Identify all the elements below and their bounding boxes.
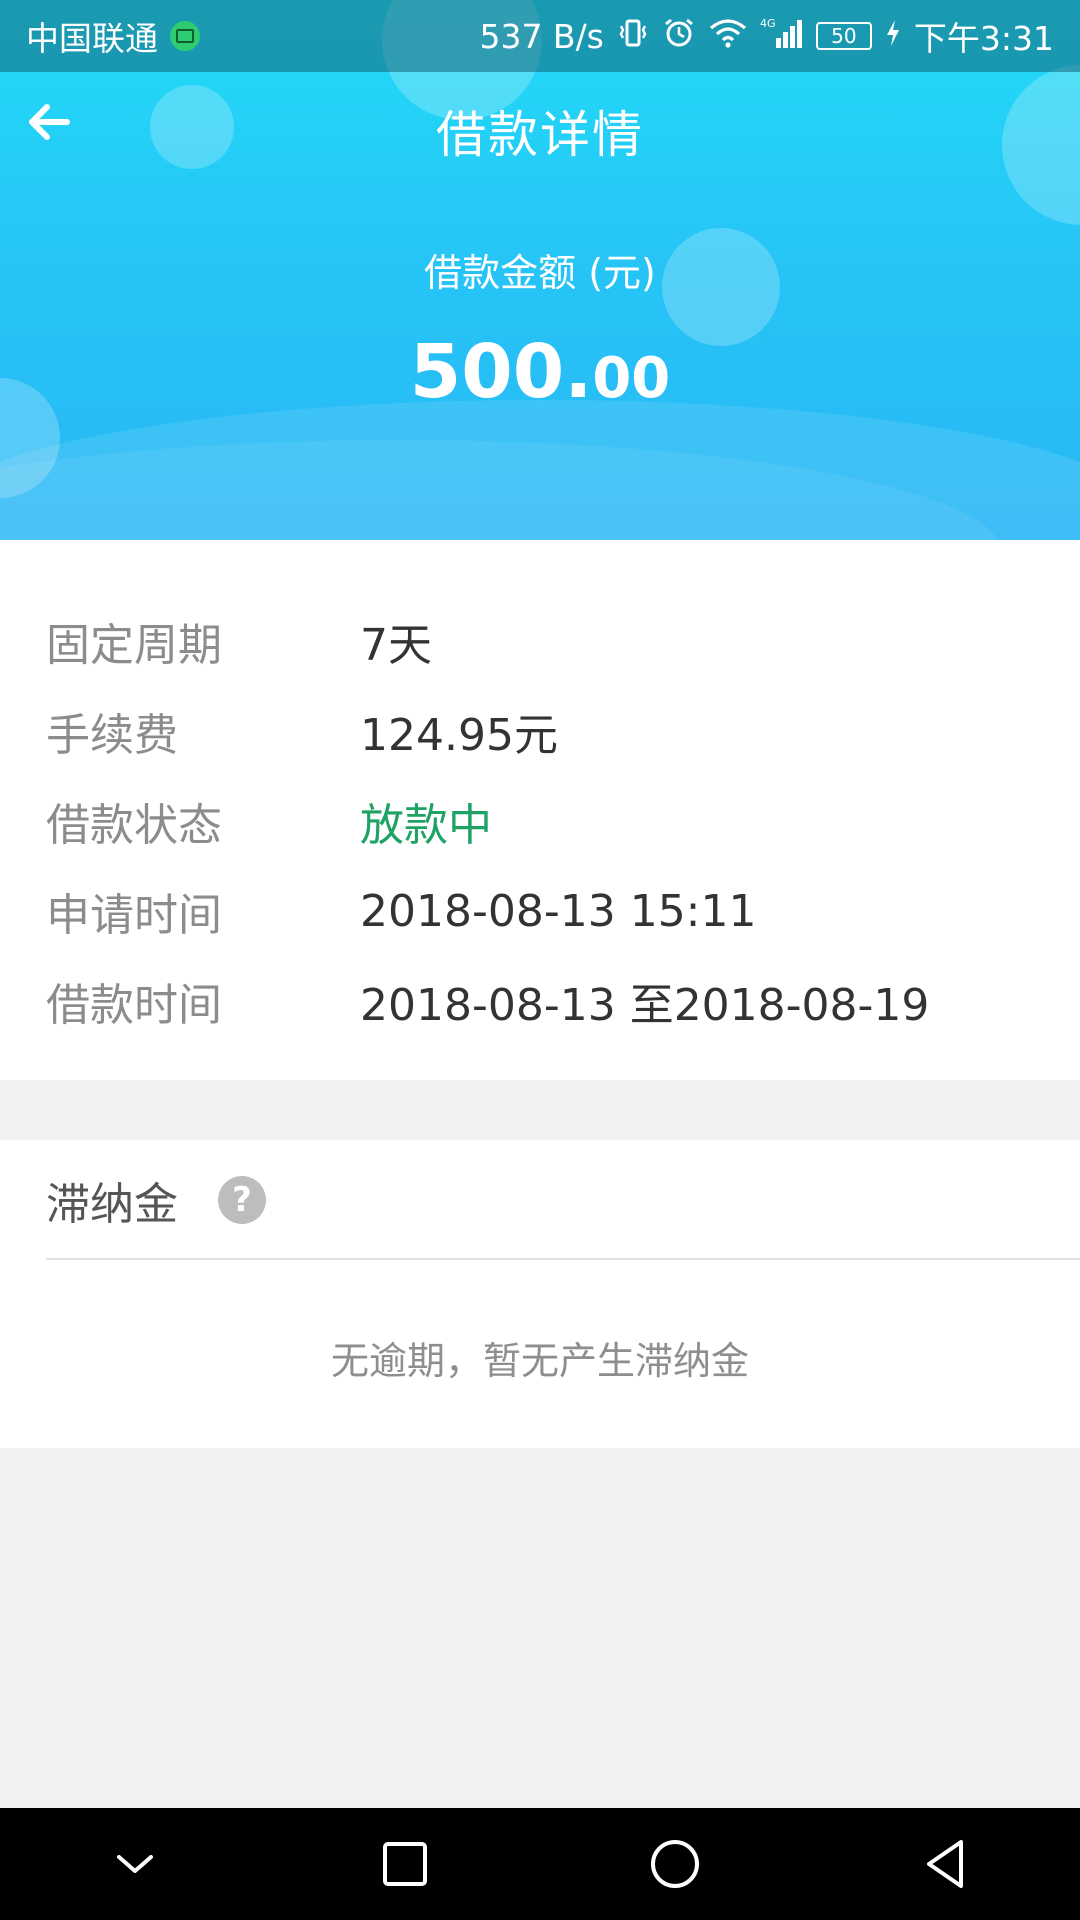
detail-label: 借款时间: [46, 980, 222, 1031]
back-icon: [927, 1840, 963, 1888]
divider: [46, 1258, 1080, 1260]
nav-header: 借款详情: [0, 72, 1080, 190]
detail-value: 2018-08-13 15:11: [360, 885, 757, 937]
hide-keyboard-button[interactable]: [80, 1808, 190, 1920]
wifi-icon: [708, 16, 748, 56]
detail-row-status: 借款状态 放款中: [0, 776, 1080, 866]
late-fee-card: 滞纳金 ?: [0, 1140, 1080, 1448]
network-type: 4G: [760, 17, 776, 30]
detail-row-period: 固定周期 7天: [0, 596, 1080, 686]
battery-icon: 50: [815, 22, 872, 50]
detail-label: 借款状态: [46, 800, 222, 851]
system-back-button[interactable]: [890, 1808, 1000, 1920]
sim-icon: [170, 21, 200, 51]
home-icon: [651, 1840, 699, 1888]
detail-value: 2018-08-13 至2018-08-19: [360, 980, 930, 1031]
loan-amount: 500.00: [0, 335, 1080, 409]
detail-label: 手续费: [46, 710, 178, 761]
detail-row-fee: 手续费 124.95元: [0, 686, 1080, 776]
recents-button[interactable]: [350, 1808, 460, 1920]
screen: 中国联通 537 B/s 4G 50 下午3:31 借款详情 借款金额 (元) …: [0, 0, 1080, 1920]
loan-details-card: 固定周期 7天 手续费 124.95元 借款状态 放款中 申请时间 2018-0…: [0, 540, 1080, 1080]
vibrate-icon: [616, 16, 650, 56]
amount-decimal: 00: [592, 346, 671, 411]
amount-label: 借款金额 (元): [424, 251, 656, 295]
detail-label: 申请时间: [46, 890, 222, 941]
clock: 下午3:31: [913, 19, 1054, 58]
loan-status-value: 放款中: [360, 800, 492, 851]
back-button[interactable]: [14, 88, 82, 156]
late-fee-header: 滞纳金 ?: [0, 1140, 1080, 1260]
recents-icon: [383, 1842, 427, 1886]
system-nav-bar: [0, 1808, 1080, 1920]
amount-integer: 500.: [409, 329, 593, 415]
home-button[interactable]: [620, 1808, 730, 1920]
charging-icon: [884, 16, 902, 56]
page-title: 借款详情: [436, 106, 644, 164]
header-banner: 中国联通 537 B/s 4G 50 下午3:31 借款详情 借款金额 (元) …: [0, 0, 1080, 540]
detail-value: 124.95元: [360, 710, 558, 761]
status-left: 中国联通: [26, 12, 200, 60]
late-fee-title: 滞纳金: [46, 1179, 178, 1230]
status-right: 537 B/s 4G 50 下午3:31: [479, 12, 1054, 60]
network-speed: 537 B/s: [479, 16, 604, 56]
detail-row-loan-period: 借款时间 2018-08-13 至2018-08-19: [0, 956, 1080, 1046]
detail-row-apply-time: 申请时间 2018-08-13 15:11: [0, 866, 1080, 956]
alarm-icon: [662, 16, 696, 56]
detail-label: 固定周期: [46, 620, 222, 671]
hide-keyboard-icon: [117, 1855, 153, 1873]
signal-icon: 4G: [760, 16, 804, 56]
status-bar: 中国联通 537 B/s 4G 50 下午3:31: [0, 0, 1080, 72]
detail-value: 7天: [360, 620, 432, 671]
carrier-name: 中国联通: [26, 19, 158, 58]
back-arrow-icon: [29, 104, 70, 140]
help-icon[interactable]: ?: [218, 1176, 266, 1224]
late-fee-message: 无逾期，暂无产生滞纳金: [330, 1339, 749, 1383]
